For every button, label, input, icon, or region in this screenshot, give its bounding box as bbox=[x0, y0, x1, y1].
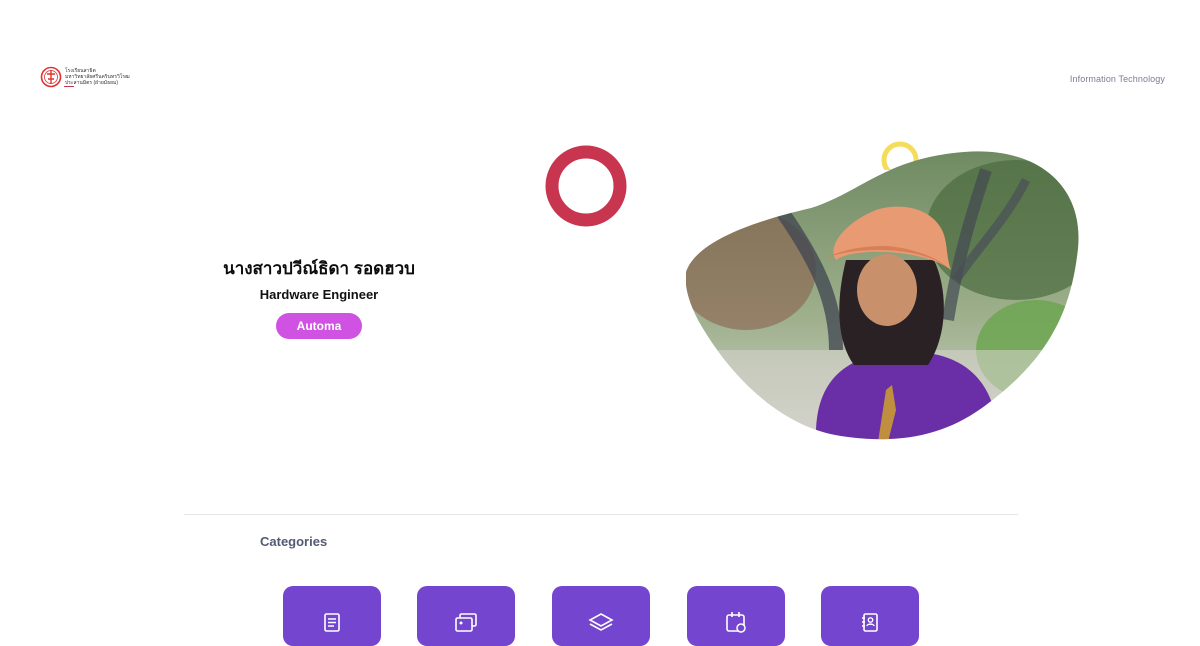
contact-book-icon bbox=[862, 613, 878, 632]
document-icon bbox=[324, 613, 340, 632]
profile-role: Hardware Engineer bbox=[259, 287, 379, 302]
profile-name: นางสาวปวีณ์ธิดา รอดฮวบ bbox=[223, 259, 415, 278]
category-card-gallery[interactable] bbox=[417, 586, 515, 646]
calendar-icon bbox=[726, 612, 746, 633]
school-logo[interactable]: โรงเรียนสาธิต มหาวิทยาลัยศรีนครินทรวิโรฒ… bbox=[40, 66, 130, 88]
image-gallery-icon bbox=[455, 613, 477, 632]
school-name-line-3: ประสานมิตร (ฝ่ายมัธยม) bbox=[65, 80, 119, 86]
category-card-calendar[interactable] bbox=[687, 586, 785, 646]
logo-underline bbox=[64, 86, 74, 87]
school-name: โรงเรียนสาธิต มหาวิทยาลัยศรีนครินทรวิโรฒ… bbox=[65, 66, 130, 86]
layers-icon bbox=[588, 613, 614, 631]
section-divider bbox=[184, 514, 1018, 515]
category-card-layers[interactable] bbox=[552, 586, 650, 646]
categories-heading: Categories bbox=[260, 534, 328, 549]
category-card-contacts[interactable] bbox=[821, 586, 919, 646]
profile-photo bbox=[686, 151, 1079, 440]
nav-link-information-technology[interactable]: Information Technology bbox=[1070, 74, 1165, 84]
decorative-red-ring bbox=[545, 145, 627, 227]
school-emblem-icon bbox=[40, 66, 62, 88]
profile-tag-button[interactable]: Automa bbox=[276, 313, 362, 339]
category-card-documents[interactable] bbox=[283, 586, 381, 646]
